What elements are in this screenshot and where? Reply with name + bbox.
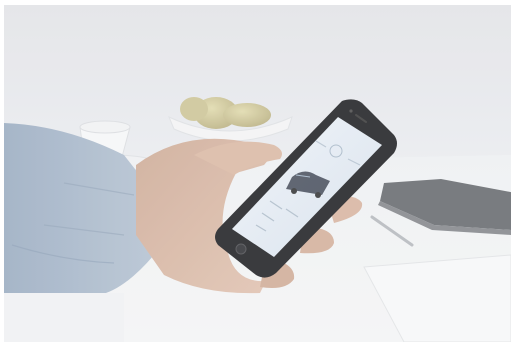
photo (4, 5, 511, 342)
photo-scene (4, 5, 511, 342)
